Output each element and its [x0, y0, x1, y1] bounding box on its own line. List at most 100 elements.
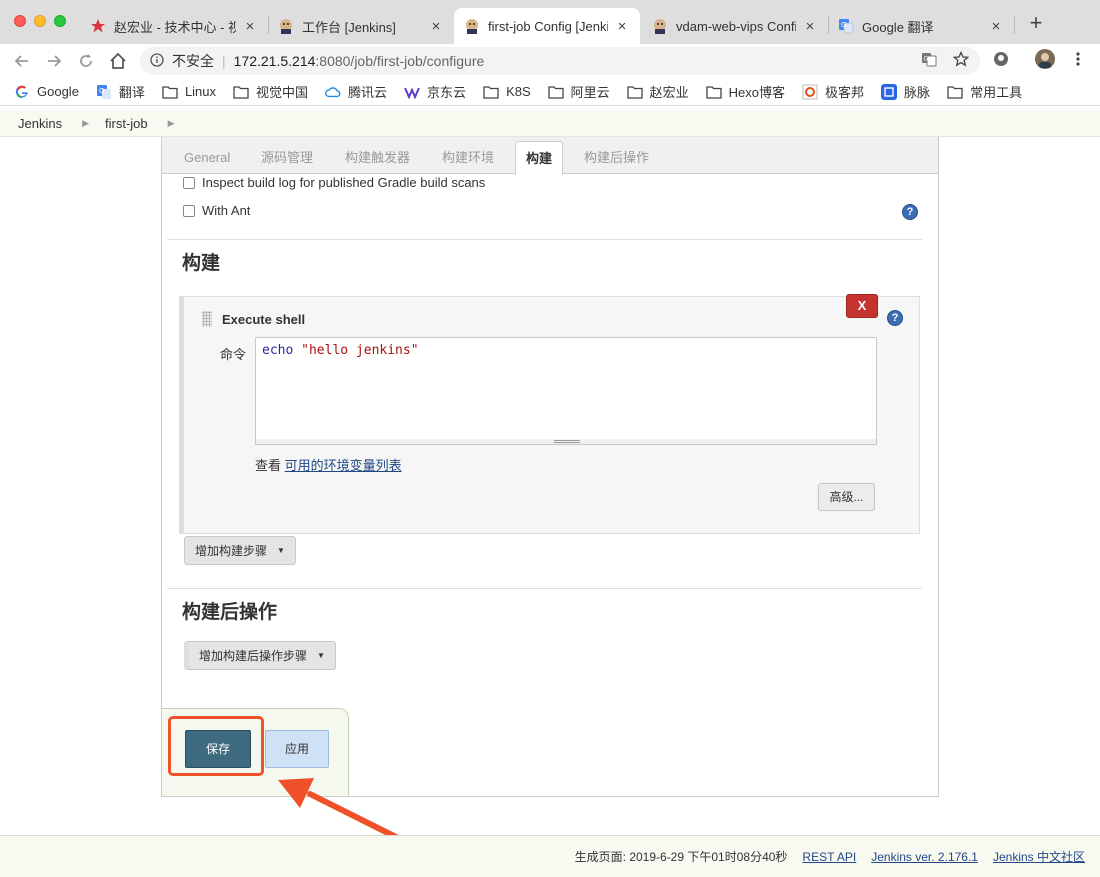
- url-host: 172.21.5.214: [233, 53, 316, 69]
- add-post-build-step-button[interactable]: 增加构建后操作步骤 ▼: [184, 641, 336, 670]
- bookmark-k8s[interactable]: K8S: [483, 84, 531, 100]
- translate-icon: G: [96, 84, 112, 100]
- code-keyword: echo: [262, 343, 294, 358]
- bookmark-zhao-hongye[interactable]: 赵宏业: [627, 82, 689, 101]
- option-gradle-scans: Inspect build log for published Gradle b…: [183, 175, 485, 190]
- step-title: Execute shell: [222, 312, 306, 327]
- reload-icon[interactable]: [74, 49, 98, 73]
- bookmark-jd-cloud[interactable]: 京东云: [404, 82, 466, 101]
- bookmark-maimai[interactable]: 脉脉: [881, 82, 930, 101]
- with-ant-label: With Ant: [202, 203, 251, 218]
- tab-scm[interactable]: 源码管理: [251, 141, 323, 174]
- bookmark-label: 赵宏业: [649, 85, 689, 100]
- gradle-scans-label: Inspect build log for published Gradle b…: [202, 175, 486, 190]
- info-icon[interactable]: [150, 52, 164, 70]
- apply-button[interactable]: 应用: [265, 730, 329, 768]
- svg-text:G: G: [924, 56, 929, 63]
- bookmark-aliyun[interactable]: 阿里云: [547, 82, 610, 101]
- bookmark-hexo-blog[interactable]: Hexo博客: [706, 82, 785, 101]
- advanced-button[interactable]: 高级...: [818, 483, 875, 511]
- jenkins-icon: [464, 18, 480, 34]
- env-vars-link[interactable]: 可用的环境变量列表: [285, 458, 402, 473]
- jenkins-icon: [652, 18, 668, 34]
- help-icon[interactable]: ?: [887, 310, 903, 326]
- bookmark-tencent-cloud[interactable]: 腾讯云: [325, 82, 387, 101]
- tab-build[interactable]: 构建: [515, 141, 564, 175]
- folder-icon: [547, 84, 564, 100]
- tab-close-icon[interactable]: ×: [802, 18, 818, 35]
- bookmark-label: K8S: [506, 84, 531, 99]
- profile-avatar[interactable]: [1033, 47, 1057, 71]
- browser-tab-jenkins-dashboard[interactable]: 工作台 [Jenkins] ×: [268, 8, 454, 44]
- drag-handle-icon[interactable]: [202, 311, 212, 327]
- rest-api-link[interactable]: REST API: [802, 850, 856, 864]
- breadcrumb-chevron-icon[interactable]: ▶: [168, 118, 175, 129]
- editor-resize-handle[interactable]: [255, 439, 877, 445]
- browser-tab-first-job-config[interactable]: first-job Config [Jenki ×: [454, 8, 640, 44]
- translate-icon: G: [838, 18, 854, 34]
- command-editor[interactable]: echo "hello jenkins": [255, 337, 877, 443]
- bookmark-google[interactable]: Google: [14, 84, 79, 100]
- window-close-button[interactable]: [14, 15, 26, 27]
- svg-text:G: G: [841, 21, 846, 29]
- with-ant-checkbox[interactable]: [183, 204, 195, 217]
- breadcrumb-jenkins[interactable]: Jenkins: [18, 116, 62, 131]
- breadcrumb-first-job[interactable]: first-job: [105, 116, 148, 131]
- folder-icon: [483, 84, 499, 100]
- jenkins-community-link[interactable]: Jenkins 中文社区: [993, 848, 1085, 865]
- address-bar[interactable]: 不安全 | 172.21.5.214 :8080/job/first-job/c…: [140, 47, 980, 75]
- jenkins-version-link[interactable]: Jenkins ver. 2.176.1: [871, 850, 978, 864]
- gradle-scans-checkbox[interactable]: [183, 176, 195, 189]
- delete-step-button[interactable]: X: [846, 294, 878, 318]
- bookmark-label: Linux: [184, 84, 217, 99]
- section-divider: [167, 588, 922, 589]
- highlight-box: [168, 716, 264, 776]
- home-icon[interactable]: [106, 49, 130, 73]
- build-step-execute-shell: Execute shell X ? 命令 echo "hello jenkins…: [179, 294, 920, 534]
- bookmark-label: 脉脉: [904, 85, 931, 100]
- bookmark-star-icon[interactable]: [949, 47, 973, 71]
- add-build-step-button[interactable]: 增加构建步骤 ▼: [184, 536, 296, 565]
- new-tab-plus-icon[interactable]: +: [1024, 12, 1048, 36]
- tab-close-icon[interactable]: ×: [988, 18, 1004, 35]
- bookmark-linux[interactable]: Linux: [162, 84, 216, 100]
- svg-text:G: G: [99, 87, 104, 95]
- browser-tab-tech-center[interactable]: 赵宏业 - 技术中心 - 视 ×: [80, 8, 268, 44]
- forward-arrow-icon[interactable]: [42, 49, 66, 73]
- maimai-icon: [881, 83, 898, 100]
- bookmark-label: 极客邦: [825, 85, 865, 100]
- address-divider: |: [222, 53, 226, 69]
- tab-title: 工作台 [Jenkins]: [302, 19, 396, 35]
- browser-tab-strip: 赵宏业 - 技术中心 - 视 × 工作台 [Jenkins] × first-j…: [0, 0, 1100, 44]
- bookmark-tools[interactable]: 常用工具: [947, 82, 1022, 101]
- browser-tab-google-translate[interactable]: G Google 翻译 ×: [828, 8, 1014, 44]
- bookmark-vcg[interactable]: 视觉中国: [233, 82, 308, 101]
- tab-general[interactable]: General: [174, 141, 240, 174]
- bookmark-geekbang[interactable]: 极客邦: [802, 82, 864, 101]
- breadcrumb-chevron-icon[interactable]: ▶: [82, 118, 89, 129]
- extension-icon[interactable]: [989, 47, 1013, 71]
- jd-icon: [404, 84, 420, 100]
- tab-close-icon[interactable]: ×: [428, 18, 444, 35]
- bookmarks-bar: Google G 翻译 Linux 视觉中国 腾讯云 京东云 K8S 阿里云 赵…: [0, 78, 1100, 106]
- page-translate-icon[interactable]: G: [917, 47, 941, 71]
- tab-post-build[interactable]: 构建后操作: [574, 141, 659, 174]
- tab-divider: [1014, 16, 1015, 34]
- folder-icon: [706, 84, 722, 100]
- help-icon[interactable]: ?: [902, 204, 918, 220]
- window-minimize-button[interactable]: [34, 15, 46, 27]
- menu-kebab-icon[interactable]: [1066, 47, 1090, 71]
- tab-title: 赵宏业 - 技术中心 - 视: [114, 19, 236, 35]
- geek-icon: [802, 84, 818, 100]
- post-build-section-heading: 构建后操作: [182, 602, 278, 623]
- grip-icon: [554, 440, 580, 443]
- section-divider: [167, 239, 922, 240]
- browser-tab-vdam-config[interactable]: vdam-web-vips Confi ×: [642, 8, 828, 44]
- tab-close-icon[interactable]: ×: [614, 18, 630, 35]
- window-zoom-button[interactable]: [54, 15, 66, 27]
- tab-build-env[interactable]: 构建环境: [432, 141, 504, 174]
- bookmark-translate[interactable]: G 翻译: [96, 82, 145, 101]
- back-arrow-icon[interactable]: [10, 49, 34, 73]
- tab-close-icon[interactable]: ×: [242, 18, 258, 35]
- tab-triggers[interactable]: 构建触发器: [335, 141, 420, 174]
